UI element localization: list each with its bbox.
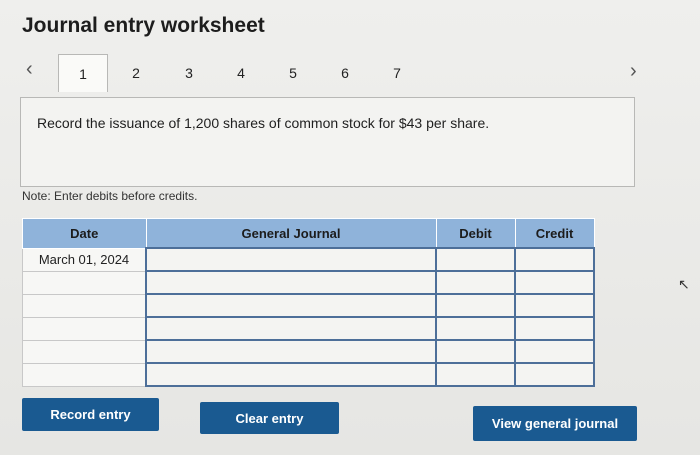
credit-input[interactable] <box>514 270 595 295</box>
journal-account-input[interactable] <box>145 247 437 272</box>
debit-input[interactable] <box>435 339 516 364</box>
tab-5[interactable]: 5 <box>268 54 318 92</box>
date-header: Date <box>22 218 147 249</box>
table-row <box>22 362 595 387</box>
tab-7[interactable]: 7 <box>372 54 422 92</box>
journal-account-input[interactable] <box>145 293 437 318</box>
tab-6[interactable]: 6 <box>320 54 370 92</box>
credit-input[interactable] <box>514 316 595 341</box>
table-row: March 01, 2024 <box>22 247 595 272</box>
credit-input[interactable] <box>514 247 595 272</box>
chevron-right-icon[interactable]: › <box>630 60 637 83</box>
debit-input[interactable] <box>435 270 516 295</box>
credit-input[interactable] <box>514 339 595 364</box>
tab-4[interactable]: 4 <box>216 54 266 92</box>
journal-account-input[interactable] <box>145 270 437 295</box>
view-general-journal-button[interactable]: View general journal <box>473 406 637 441</box>
page-title: Journal entry worksheet <box>22 14 265 37</box>
journal-account-input[interactable] <box>145 339 437 364</box>
table-row <box>22 339 595 364</box>
question-panel: Record the issuance of 1,200 shares of c… <box>20 97 635 187</box>
tab-2[interactable]: 2 <box>111 54 161 92</box>
mouse-cursor-icon: ↖ <box>678 276 690 292</box>
question-text: Record the issuance of 1,200 shares of c… <box>37 115 490 131</box>
debit-input[interactable] <box>435 316 516 341</box>
debit-input[interactable] <box>435 247 516 272</box>
tab-3[interactable]: 3 <box>164 54 214 92</box>
journal-account-input[interactable] <box>145 362 437 387</box>
tab-1[interactable]: 1 <box>58 54 108 92</box>
date-cell[interactable] <box>22 339 147 364</box>
worksheet-page: Journal entry worksheet ‹ 1 2 3 4 5 6 7 … <box>0 0 700 455</box>
debit-header: Debit <box>435 218 516 249</box>
table-row <box>22 270 595 295</box>
chevron-left-icon[interactable]: ‹ <box>26 58 33 81</box>
credit-header: Credit <box>514 218 595 249</box>
record-entry-button[interactable]: Record entry <box>22 398 159 431</box>
date-cell[interactable] <box>22 293 147 318</box>
date-cell[interactable] <box>22 362 147 387</box>
table-row <box>22 316 595 341</box>
credit-input[interactable] <box>514 362 595 387</box>
journal-grid: Date General Journal Debit Credit March … <box>22 218 595 387</box>
debit-input[interactable] <box>435 293 516 318</box>
note-text: Note: Enter debits before credits. <box>22 189 198 203</box>
general-journal-header: General Journal <box>145 218 437 249</box>
credit-input[interactable] <box>514 293 595 318</box>
debit-input[interactable] <box>435 362 516 387</box>
date-cell[interactable]: March 01, 2024 <box>22 247 147 272</box>
clear-entry-button[interactable]: Clear entry <box>200 402 339 434</box>
date-cell[interactable] <box>22 316 147 341</box>
journal-account-input[interactable] <box>145 316 437 341</box>
table-row <box>22 293 595 318</box>
date-cell[interactable] <box>22 270 147 295</box>
